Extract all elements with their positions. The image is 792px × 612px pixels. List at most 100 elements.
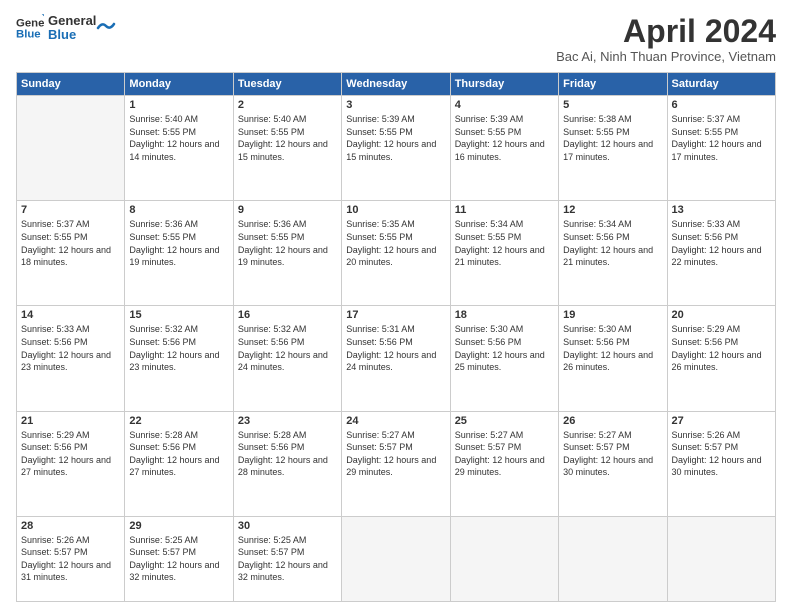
day-info: Sunrise: 5:37 AM Sunset: 5:55 PM Dayligh… (672, 113, 771, 163)
day-info: Sunrise: 5:40 AM Sunset: 5:55 PM Dayligh… (129, 113, 228, 163)
day-info: Sunrise: 5:31 AM Sunset: 5:56 PM Dayligh… (346, 323, 445, 373)
day-info: Sunrise: 5:34 AM Sunset: 5:56 PM Dayligh… (563, 218, 662, 268)
day-info: Sunrise: 5:28 AM Sunset: 5:56 PM Dayligh… (129, 429, 228, 479)
day-info: Sunrise: 5:33 AM Sunset: 5:56 PM Dayligh… (21, 323, 120, 373)
header-friday: Friday (559, 73, 667, 96)
day-info: Sunrise: 5:32 AM Sunset: 5:56 PM Dayligh… (129, 323, 228, 373)
day-number: 18 (455, 309, 554, 321)
day-number: 26 (563, 415, 662, 427)
calendar-cell: 11 Sunrise: 5:34 AM Sunset: 5:55 PM Dayli… (450, 201, 558, 306)
day-number: 6 (672, 99, 771, 111)
calendar-cell: 19 Sunrise: 5:30 AM Sunset: 5:56 PM Dayli… (559, 306, 667, 411)
logo-general: General (48, 14, 96, 28)
title-block: April 2024 Bac Ai, Ninh Thuan Province, … (556, 14, 776, 64)
day-info: Sunrise: 5:32 AM Sunset: 5:56 PM Dayligh… (238, 323, 337, 373)
day-number: 10 (346, 204, 445, 216)
day-info: Sunrise: 5:34 AM Sunset: 5:55 PM Dayligh… (455, 218, 554, 268)
calendar-cell (667, 516, 775, 601)
day-info: Sunrise: 5:27 AM Sunset: 5:57 PM Dayligh… (563, 429, 662, 479)
day-info: Sunrise: 5:33 AM Sunset: 5:56 PM Dayligh… (672, 218, 771, 268)
calendar-week-0: 1 Sunrise: 5:40 AM Sunset: 5:55 PM Daylig… (17, 96, 776, 201)
day-info: Sunrise: 5:38 AM Sunset: 5:55 PM Dayligh… (563, 113, 662, 163)
day-number: 4 (455, 99, 554, 111)
calendar-cell: 20 Sunrise: 5:29 AM Sunset: 5:56 PM Dayli… (667, 306, 775, 411)
day-info: Sunrise: 5:35 AM Sunset: 5:55 PM Dayligh… (346, 218, 445, 268)
calendar-header-row: SundayMondayTuesdayWednesdayThursdayFrid… (17, 73, 776, 96)
day-info: Sunrise: 5:36 AM Sunset: 5:55 PM Dayligh… (129, 218, 228, 268)
header-wednesday: Wednesday (342, 73, 450, 96)
calendar-cell: 1 Sunrise: 5:40 AM Sunset: 5:55 PM Daylig… (125, 96, 233, 201)
day-number: 8 (129, 204, 228, 216)
calendar-week-2: 14 Sunrise: 5:33 AM Sunset: 5:56 PM Dayli… (17, 306, 776, 411)
calendar-cell: 2 Sunrise: 5:40 AM Sunset: 5:55 PM Daylig… (233, 96, 341, 201)
calendar-cell: 18 Sunrise: 5:30 AM Sunset: 5:56 PM Dayli… (450, 306, 558, 411)
day-info: Sunrise: 5:29 AM Sunset: 5:56 PM Dayligh… (672, 323, 771, 373)
calendar-cell: 17 Sunrise: 5:31 AM Sunset: 5:56 PM Dayli… (342, 306, 450, 411)
day-number: 1 (129, 99, 228, 111)
calendar-week-3: 21Sunrise: 5:29 AM Sunset: 5:56 PM Dayli… (17, 411, 776, 516)
day-number: 28 (21, 520, 120, 532)
day-info: Sunrise: 5:26 AM Sunset: 5:57 PM Dayligh… (21, 534, 120, 584)
day-info: Sunrise: 5:28 AM Sunset: 5:56 PM Dayligh… (238, 429, 337, 479)
header-thursday: Thursday (450, 73, 558, 96)
subtitle: Bac Ai, Ninh Thuan Province, Vietnam (556, 49, 776, 64)
calendar-cell: 13 Sunrise: 5:33 AM Sunset: 5:56 PM Dayli… (667, 201, 775, 306)
calendar-cell: 22 Sunrise: 5:28 AM Sunset: 5:56 PM Dayli… (125, 411, 233, 516)
day-number: 15 (129, 309, 228, 321)
day-info: Sunrise: 5:39 AM Sunset: 5:55 PM Dayligh… (346, 113, 445, 163)
calendar-week-4: 28 Sunrise: 5:26 AM Sunset: 5:57 PM Dayli… (17, 516, 776, 601)
calendar-cell (17, 96, 125, 201)
calendar-cell (342, 516, 450, 601)
logo-wave-icon (96, 14, 116, 34)
day-number: 17 (346, 309, 445, 321)
calendar-cell: 24 Sunrise: 5:27 AM Sunset: 5:57 PM Dayli… (342, 411, 450, 516)
day-info: Sunrise: 5:39 AM Sunset: 5:55 PM Dayligh… (455, 113, 554, 163)
day-number: 30 (238, 520, 337, 532)
page: General Blue General Blue April 2024 Bac… (0, 0, 792, 612)
day-info: Sunrise: 5:30 AM Sunset: 5:56 PM Dayligh… (455, 323, 554, 373)
day-number: 22 (129, 415, 228, 427)
day-info: Sunrise: 5:36 AM Sunset: 5:55 PM Dayligh… (238, 218, 337, 268)
day-number: 14 (21, 309, 120, 321)
calendar-week-1: 7 Sunrise: 5:37 AM Sunset: 5:55 PM Daylig… (17, 201, 776, 306)
calendar-cell: 21Sunrise: 5:29 AM Sunset: 5:56 PM Dayli… (17, 411, 125, 516)
day-number: 24 (346, 415, 445, 427)
day-info: Sunrise: 5:37 AM Sunset: 5:55 PM Dayligh… (21, 218, 120, 268)
calendar-cell: 7 Sunrise: 5:37 AM Sunset: 5:55 PM Daylig… (17, 201, 125, 306)
calendar-cell: 12 Sunrise: 5:34 AM Sunset: 5:56 PM Dayli… (559, 201, 667, 306)
day-number: 19 (563, 309, 662, 321)
day-info: Sunrise: 5:27 AM Sunset: 5:57 PM Dayligh… (346, 429, 445, 479)
day-info: Sunrise: 5:27 AM Sunset: 5:57 PM Dayligh… (455, 429, 554, 479)
day-number: 20 (672, 309, 771, 321)
day-number: 9 (238, 204, 337, 216)
svg-text:Blue: Blue (16, 29, 41, 41)
calendar-cell: 25Sunrise: 5:27 AM Sunset: 5:57 PM Dayli… (450, 411, 558, 516)
day-info: Sunrise: 5:40 AM Sunset: 5:55 PM Dayligh… (238, 113, 337, 163)
logo-icon: General Blue (16, 14, 44, 42)
day-info: Sunrise: 5:25 AM Sunset: 5:57 PM Dayligh… (129, 534, 228, 584)
calendar-cell: 30 Sunrise: 5:25 AM Sunset: 5:57 PM Dayli… (233, 516, 341, 601)
logo: General Blue General Blue (16, 14, 116, 43)
calendar-cell: 23Sunrise: 5:28 AM Sunset: 5:56 PM Dayli… (233, 411, 341, 516)
day-number: 13 (672, 204, 771, 216)
calendar-cell: 4 Sunrise: 5:39 AM Sunset: 5:55 PM Daylig… (450, 96, 558, 201)
calendar-cell: 16Sunrise: 5:32 AM Sunset: 5:56 PM Dayli… (233, 306, 341, 411)
day-number: 27 (672, 415, 771, 427)
calendar-cell: 28 Sunrise: 5:26 AM Sunset: 5:57 PM Dayli… (17, 516, 125, 601)
day-info: Sunrise: 5:30 AM Sunset: 5:56 PM Dayligh… (563, 323, 662, 373)
header-tuesday: Tuesday (233, 73, 341, 96)
day-number: 12 (563, 204, 662, 216)
header-sunday: Sunday (17, 73, 125, 96)
day-number: 7 (21, 204, 120, 216)
main-title: April 2024 (556, 14, 776, 49)
day-number: 3 (346, 99, 445, 111)
day-number: 11 (455, 204, 554, 216)
calendar-cell: 26 Sunrise: 5:27 AM Sunset: 5:57 PM Dayli… (559, 411, 667, 516)
calendar-table: SundayMondayTuesdayWednesdayThursdayFrid… (16, 72, 776, 602)
calendar-cell: 10 Sunrise: 5:35 AM Sunset: 5:55 PM Dayli… (342, 201, 450, 306)
day-info: Sunrise: 5:25 AM Sunset: 5:57 PM Dayligh… (238, 534, 337, 584)
day-number: 2 (238, 99, 337, 111)
day-number: 5 (563, 99, 662, 111)
calendar-cell: 3 Sunrise: 5:39 AM Sunset: 5:55 PM Daylig… (342, 96, 450, 201)
calendar-cell: 29Sunrise: 5:25 AM Sunset: 5:57 PM Dayli… (125, 516, 233, 601)
